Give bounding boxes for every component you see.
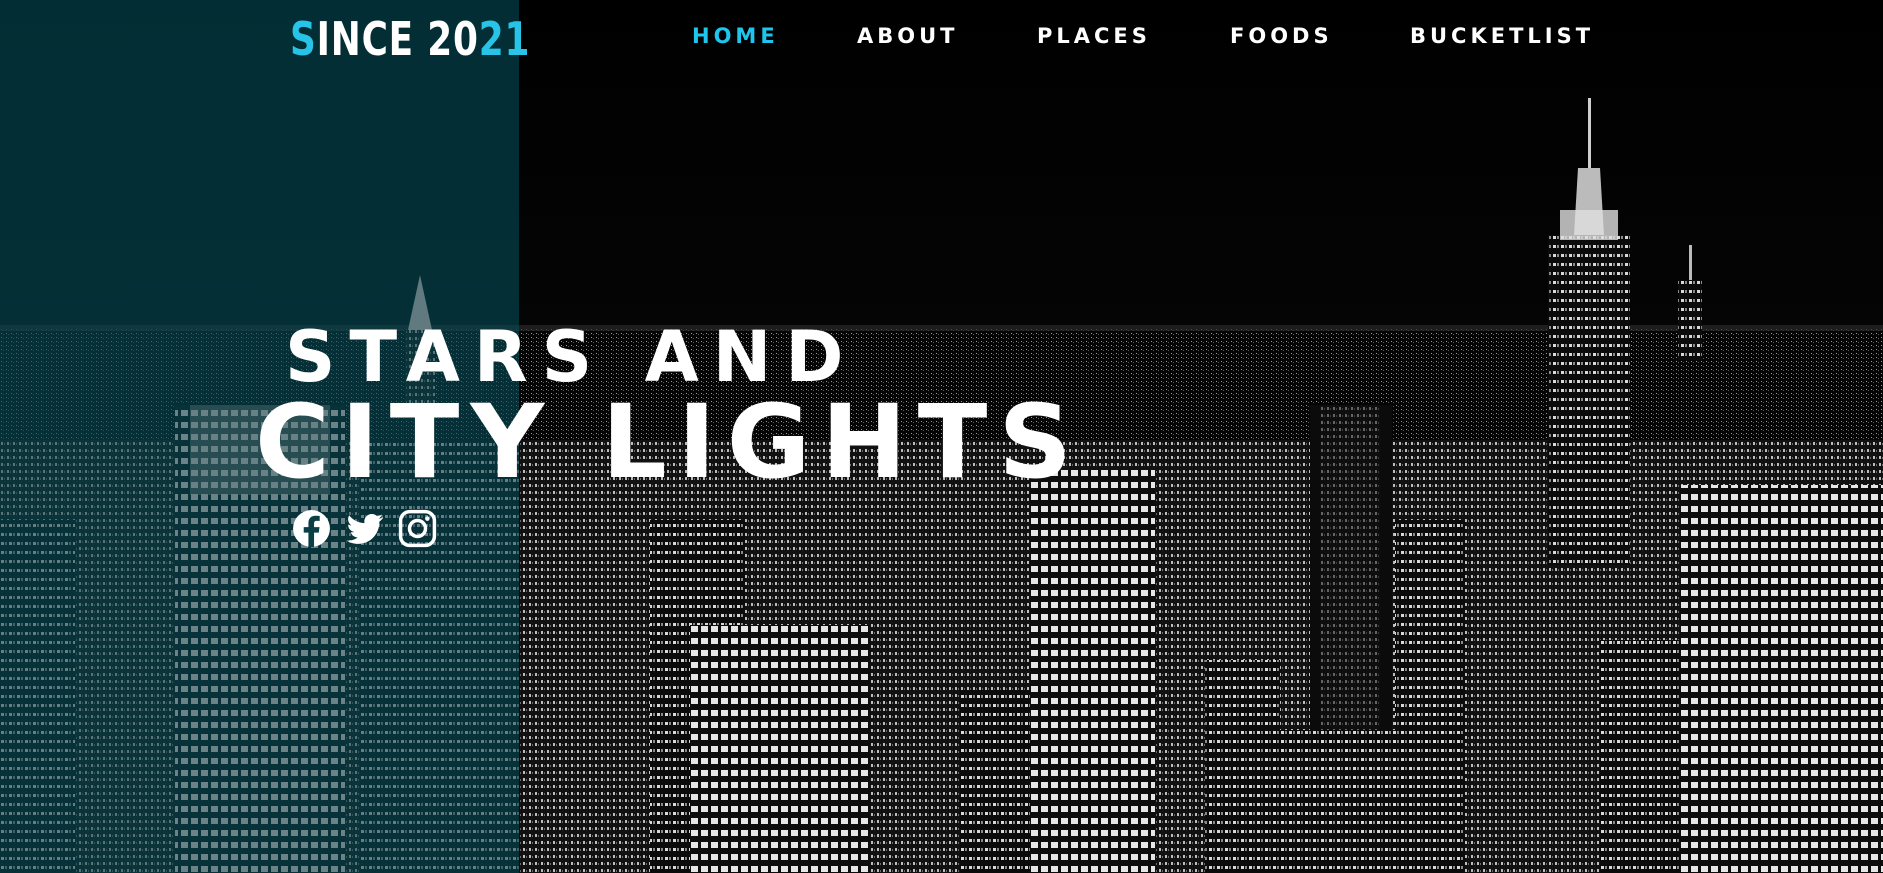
main-nav: HOME ABOUT PLACES FOODS BUCKETLIST xyxy=(0,24,1883,54)
nav-bucketlist[interactable]: BUCKETLIST xyxy=(1410,24,1594,48)
twitter-icon[interactable] xyxy=(344,508,385,549)
social-links xyxy=(291,508,438,549)
nav-about[interactable]: ABOUT xyxy=(857,24,959,48)
hero-headline-line1: STARS AND xyxy=(285,316,858,398)
nav-home[interactable]: HOME xyxy=(692,24,779,48)
nav-foods[interactable]: FOODS xyxy=(1230,24,1333,48)
facebook-icon[interactable] xyxy=(291,508,332,549)
hero-headline-line2: CITY LIGHTS xyxy=(255,383,1083,502)
instagram-icon[interactable] xyxy=(397,508,438,549)
nav-places[interactable]: PLACES xyxy=(1037,24,1151,48)
